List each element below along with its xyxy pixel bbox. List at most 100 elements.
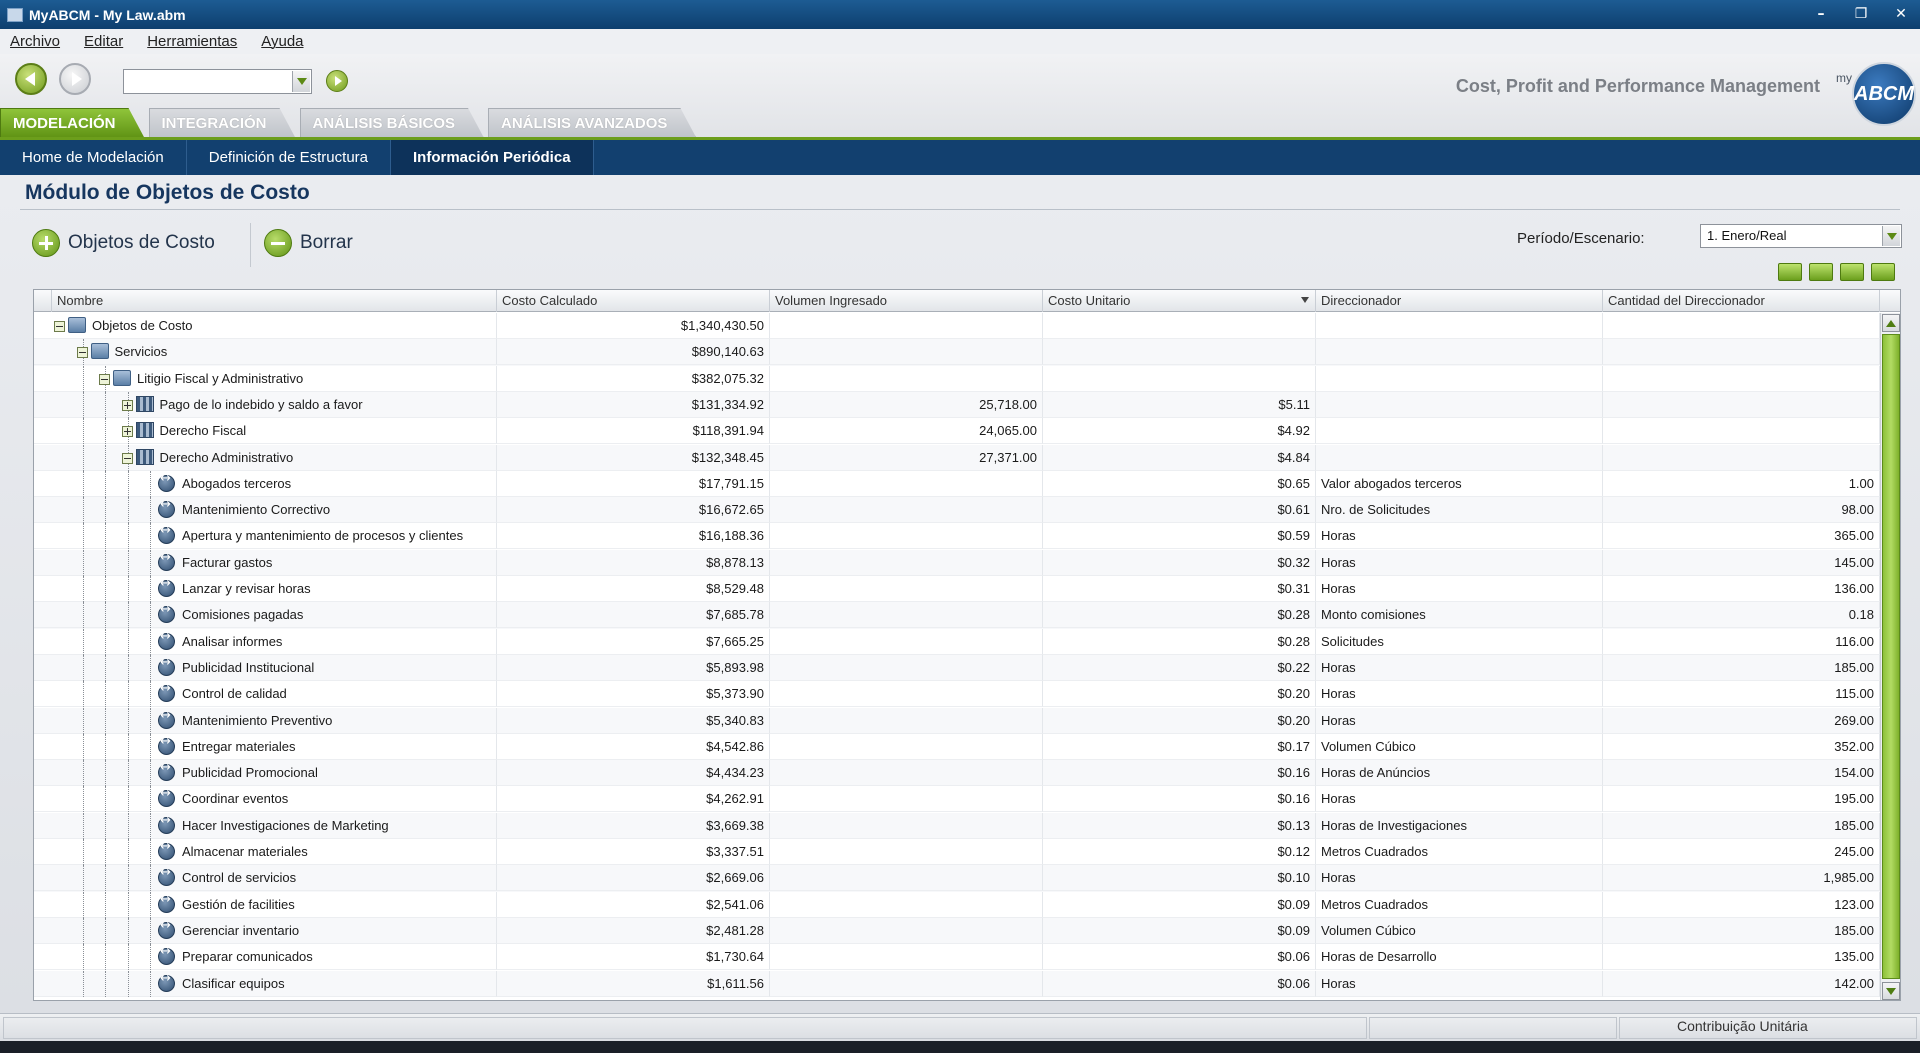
menu-ayuda[interactable]: Ayuda [261,33,303,50]
cell-volumen-ingresado[interactable] [770,497,1043,524]
scroll-up-icon[interactable] [1882,314,1900,332]
expand-icon[interactable] [121,426,133,438]
cell-cantidad-direccionador[interactable]: 115.00 [1603,681,1880,708]
cell-volumen-ingresado[interactable] [770,339,1043,366]
table-row[interactable]: Entregar materiales $4,542.86 $0.17Volumen… [34,733,1880,760]
cell-costo-unitario[interactable]: $0.61 [1043,497,1316,524]
cell-costo-calculado[interactable]: $382,075.32 [497,365,770,392]
cell-volumen-ingresado[interactable] [770,628,1043,655]
cell-cantidad-direccionador[interactable]: 1,985.00 [1603,865,1880,892]
scroll-down-icon[interactable] [1882,982,1900,1000]
cell-direccionador[interactable] [1316,365,1603,392]
cell-direccionador[interactable]: Metros Cuadrados [1316,839,1603,865]
cell-costo-calculado[interactable]: $3,669.38 [497,812,770,839]
table-row[interactable]: Gestión de facilities $2,541.06 $0.09Metro… [34,891,1880,918]
go-button[interactable] [326,70,348,92]
cell-cantidad-direccionador[interactable] [1603,444,1880,471]
delete-button[interactable]: Borrar [264,229,353,257]
cell-direccionador[interactable]: Solicitudes [1316,628,1603,655]
table-row[interactable]: Control de servicios $2,669.06 $0.10Horas1… [34,865,1880,892]
cell-volumen-ingresado[interactable] [770,365,1043,392]
cell-costo-unitario[interactable]: $0.06 [1043,970,1316,997]
cell-cantidad-direccionador[interactable]: 116.00 [1603,628,1880,655]
table-row[interactable]: Apertura y mantenimiento de procesos y c… [34,523,1880,550]
header-nombre[interactable]: Nombre [52,290,497,312]
cell-direccionador[interactable]: Volumen Cúbico [1316,733,1603,760]
cell-costo-unitario[interactable]: $0.22 [1043,654,1316,681]
table-row[interactable]: Preparar comunicados $1,730.64 $0.06Horas … [34,944,1880,971]
add-cost-object-button[interactable]: Objetos de Costo [32,229,215,257]
cell-cantidad-direccionador[interactable]: 185.00 [1603,654,1880,681]
cell-costo-calculado[interactable]: $5,340.83 [497,707,770,734]
cell-volumen-ingresado[interactable] [770,549,1043,576]
cell-cantidad-direccionador[interactable]: 0.18 [1603,602,1880,629]
table-row[interactable]: Derecho Fiscal $118,391.94 24,065.00 $4.92 [34,418,1880,445]
cell-costo-calculado[interactable]: $132,348.45 [497,444,770,471]
subtab-definicion-estructura[interactable]: Definición de Estructura [187,140,391,175]
cell-direccionador[interactable]: Horas [1316,549,1603,576]
cell-volumen-ingresado[interactable] [770,865,1043,892]
cell-volumen-ingresado[interactable] [770,313,1043,339]
cell-direccionador[interactable] [1316,313,1603,339]
cell-costo-unitario[interactable]: $0.16 [1043,786,1316,813]
collapse-icon[interactable] [99,373,110,385]
tab-modelacion[interactable]: MODELACIÓN [0,108,145,138]
cell-costo-calculado[interactable]: $118,391.94 [497,418,770,445]
cell-direccionador[interactable]: Monto comisiones [1316,602,1603,629]
cell-cantidad-direccionador[interactable]: 269.00 [1603,707,1880,734]
table-row[interactable]: Comisiones pagadas $7,685.78 $0.28Monto co… [34,602,1880,629]
vertical-scrollbar[interactable] [1880,313,1900,1000]
cell-costo-unitario[interactable]: $4.92 [1043,418,1316,445]
folder-open-icon[interactable] [1809,263,1833,281]
table-row[interactable]: Lanzar y revisar horas $8,529.48 $0.31Hora… [34,576,1880,602]
collapse-icon[interactable] [76,347,88,359]
cell-direccionador[interactable] [1316,418,1603,445]
cell-volumen-ingresado[interactable] [770,944,1043,971]
cell-volumen-ingresado[interactable] [770,707,1043,734]
cell-direccionador[interactable]: Horas [1316,654,1603,681]
cell-costo-unitario[interactable]: $5.11 [1043,391,1316,418]
cell-volumen-ingresado[interactable] [770,839,1043,865]
scroll-thumb[interactable] [1882,334,1900,979]
cell-costo-unitario[interactable]: $0.32 [1043,549,1316,576]
cell-costo-unitario[interactable]: $0.13 [1043,812,1316,839]
table-row[interactable]: Almacenar materiales $3,337.51 $0.12Metros… [34,839,1880,865]
cell-direccionador[interactable]: Horas [1316,523,1603,550]
back-button[interactable] [15,63,47,95]
tab-analisis-avanzados[interactable]: ANÁLISIS AVANZADOS [488,108,696,138]
collapse-icon[interactable] [121,452,133,464]
cell-volumen-ingresado[interactable] [770,917,1043,944]
cell-costo-unitario[interactable]: $0.20 [1043,707,1316,734]
cell-volumen-ingresado[interactable] [770,602,1043,629]
cell-costo-calculado[interactable]: $5,893.98 [497,654,770,681]
cell-costo-calculado[interactable]: $1,611.56 [497,970,770,997]
cell-cantidad-direccionador[interactable] [1603,391,1880,418]
cell-direccionador[interactable] [1316,339,1603,366]
cell-cantidad-direccionador[interactable]: 185.00 [1603,917,1880,944]
cell-cantidad-direccionador[interactable] [1603,313,1880,339]
restore-button[interactable]: ❐ [1846,4,1876,24]
cell-direccionador[interactable]: Horas de Desarrollo [1316,944,1603,971]
folder-add-icon[interactable] [1778,263,1802,281]
cell-direccionador[interactable]: Valor abogados terceros [1316,470,1603,497]
cell-cantidad-direccionador[interactable]: 98.00 [1603,497,1880,524]
table-row[interactable]: Hacer Investigaciones de Marketing $3,669… [34,812,1880,839]
cell-costo-unitario[interactable]: $4.84 [1043,444,1316,471]
close-button[interactable]: ✕ [1886,4,1916,24]
cell-volumen-ingresado[interactable] [770,654,1043,681]
subtab-home-modelacion[interactable]: Home de Modelación [0,140,187,175]
cell-volumen-ingresado[interactable] [770,812,1043,839]
table-row[interactable]: Objetos de Costo $1,340,430.50 [34,313,1880,339]
subtab-informacion-periodica[interactable]: Información Periódica [391,140,594,175]
cell-direccionador[interactable]: Horas [1316,681,1603,708]
cell-direccionador[interactable]: Horas [1316,707,1603,734]
cell-costo-calculado[interactable]: $17,791.15 [497,470,770,497]
cell-costo-unitario[interactable]: $0.06 [1043,944,1316,971]
table-row[interactable]: Pago de lo indebido y saldo a favor $131,… [34,391,1880,419]
cell-cantidad-direccionador[interactable]: 195.00 [1603,786,1880,813]
table-row[interactable]: Publicidad Promocional $4,434.23 $0.16Hora… [34,760,1880,787]
cell-costo-unitario[interactable] [1043,365,1316,392]
cell-costo-calculado[interactable]: $8,878.13 [497,549,770,576]
cell-costo-unitario[interactable]: $0.28 [1043,602,1316,629]
cell-direccionador[interactable]: Horas [1316,786,1603,813]
